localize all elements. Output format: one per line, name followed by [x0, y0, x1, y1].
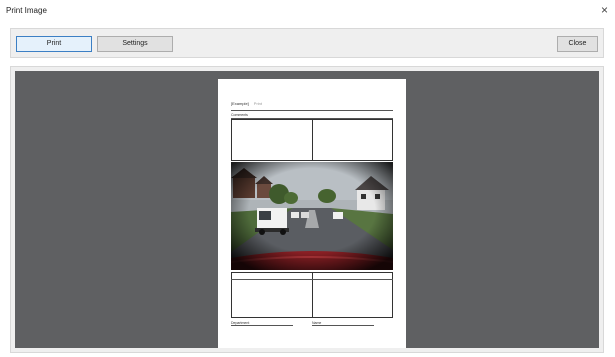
preview-frame: [Example] Print Comments Department Name — [10, 66, 604, 353]
name-line — [312, 325, 374, 326]
close-button[interactable]: Close — [557, 36, 598, 52]
preview-page: [Example] Print Comments Department Name — [218, 79, 406, 348]
print-preview[interactable]: [Example] Print Comments Department Name — [15, 71, 599, 348]
bottom-box-rule — [231, 279, 393, 280]
print-button[interactable]: Print — [16, 36, 92, 52]
comment-box-right — [312, 119, 393, 161]
comments-label: Comments — [231, 113, 248, 117]
department-line — [231, 325, 293, 326]
comment-box-left — [231, 119, 313, 161]
title-bar: Print Image × — [0, 0, 615, 22]
settings-button[interactable]: Settings — [97, 36, 173, 52]
page-header-text: [Example] — [231, 101, 249, 106]
page-header-placeholder: Print — [253, 101, 263, 106]
page-header: [Example] Print — [231, 101, 262, 106]
toolbar: Print Settings Close — [10, 28, 604, 58]
header-rule — [231, 110, 393, 111]
dashcam-photo — [231, 162, 393, 270]
close-icon[interactable]: × — [601, 3, 608, 17]
window-title: Print Image — [6, 6, 47, 15]
dashcam-photo-graphic — [231, 162, 393, 270]
